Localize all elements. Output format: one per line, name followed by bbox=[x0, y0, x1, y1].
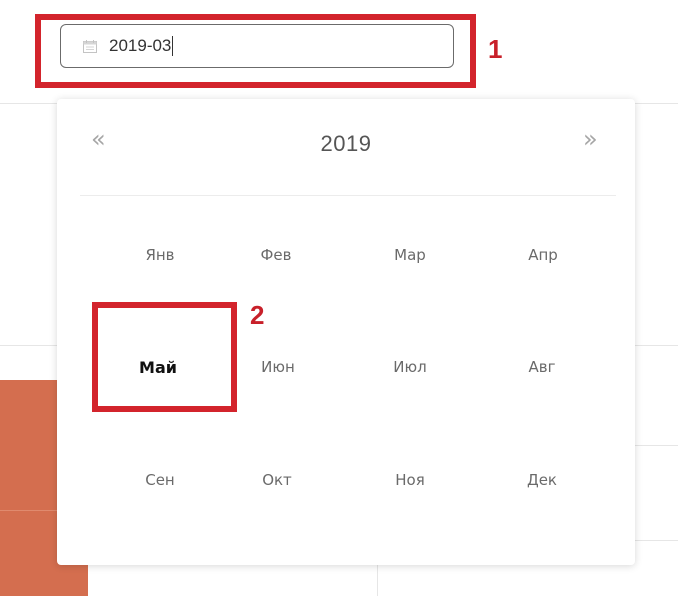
month-jun[interactable]: Июн bbox=[223, 347, 333, 387]
picker-header: « 2019 » bbox=[57, 99, 635, 195]
month-aug[interactable]: Авг bbox=[487, 347, 597, 387]
month-sep[interactable]: Сен bbox=[105, 460, 215, 500]
annotation-box-2 bbox=[92, 302, 237, 412]
page: 2019-03 1 « 2019 » Янв Фев Мар Апр Май И… bbox=[0, 0, 678, 596]
month-oct[interactable]: Окт bbox=[222, 460, 332, 500]
month-nov[interactable]: Ноя bbox=[355, 460, 465, 500]
background-divider bbox=[377, 560, 378, 596]
month-apr[interactable]: Апр bbox=[488, 235, 598, 275]
picker-divider bbox=[80, 195, 616, 196]
month-mar[interactable]: Мар bbox=[355, 235, 465, 275]
month-feb[interactable]: Фев bbox=[221, 235, 331, 275]
annotation-number-1: 1 bbox=[488, 34, 503, 64]
month-jul[interactable]: Июл bbox=[355, 347, 465, 387]
month-dec[interactable]: Дек bbox=[487, 460, 597, 500]
next-year-button[interactable]: » bbox=[583, 125, 598, 153]
annotation-box-1 bbox=[35, 14, 476, 88]
annotation-number-2: 2 bbox=[250, 300, 265, 330]
picker-year[interactable]: 2019 bbox=[57, 131, 635, 157]
month-jan[interactable]: Янв bbox=[105, 235, 215, 275]
